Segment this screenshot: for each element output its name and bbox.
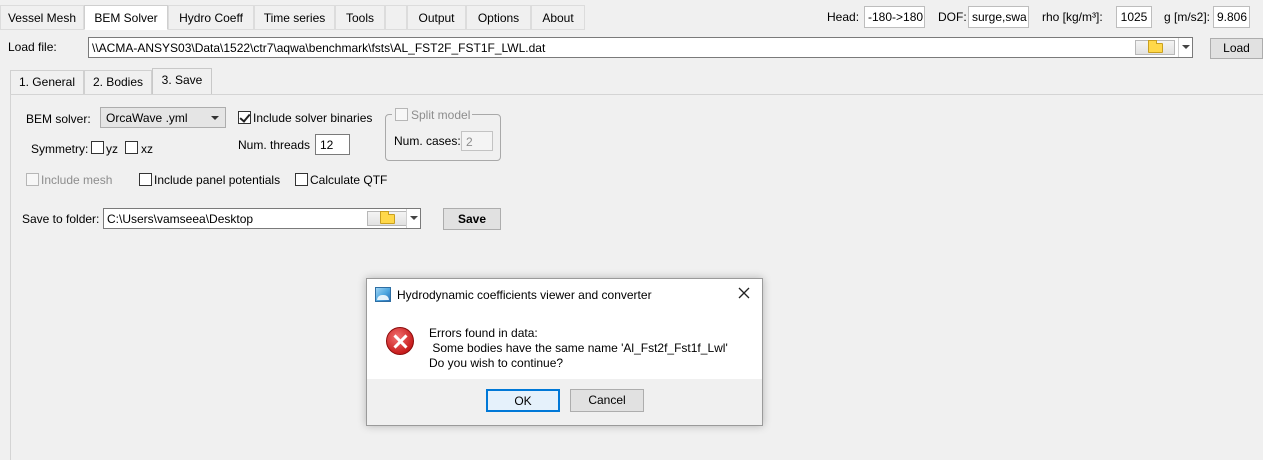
dialog-message-line1: Errors found in data: bbox=[429, 326, 538, 340]
dof-field[interactable]: surge,swa bbox=[968, 6, 1029, 28]
rho-label: rho [kg/m³]: bbox=[1042, 10, 1103, 24]
tab-output[interactable]: Output bbox=[407, 5, 466, 30]
tab-hydro-coeff[interactable]: Hydro Coeff bbox=[168, 5, 254, 30]
close-icon[interactable] bbox=[734, 283, 754, 303]
tab-general[interactable]: 1. General bbox=[10, 70, 84, 94]
browse-save-folder-button[interactable] bbox=[367, 211, 407, 226]
load-file-label: Load file: bbox=[8, 40, 57, 54]
folder-icon bbox=[380, 211, 395, 224]
tab-save[interactable]: 3. Save bbox=[152, 68, 212, 95]
g-field[interactable]: 9.806 bbox=[1213, 6, 1250, 28]
rho-field[interactable]: 1025 bbox=[1116, 6, 1152, 28]
tab-bem-solver[interactable]: BEM Solver bbox=[84, 5, 168, 30]
save-button[interactable]: Save bbox=[443, 208, 501, 230]
tab-time-series[interactable]: Time series bbox=[254, 5, 335, 30]
tab-spacer bbox=[385, 5, 407, 30]
include-panel-checkbox[interactable] bbox=[139, 173, 152, 186]
split-model-label: Split model bbox=[411, 108, 471, 122]
load-button[interactable]: Load bbox=[1210, 38, 1263, 59]
dialog-message-line3: Do you wish to continue? bbox=[429, 356, 564, 370]
browse-folder-button[interactable] bbox=[1135, 40, 1175, 55]
tab-bodies[interactable]: 2. Bodies bbox=[84, 70, 152, 94]
tab-about[interactable]: About bbox=[531, 5, 585, 30]
include-binaries-checkbox[interactable] bbox=[238, 111, 251, 124]
split-model-checkbox[interactable] bbox=[395, 108, 408, 121]
load-file-path[interactable]: \\ACMA-ANSYS03\Data\1522\ctr7\aqwa\bench… bbox=[92, 41, 545, 55]
symmetry-yz-checkbox[interactable] bbox=[91, 141, 104, 154]
error-icon bbox=[386, 327, 414, 355]
split-model-legend: Split model bbox=[392, 107, 472, 123]
num-cases-value: 2 bbox=[466, 135, 473, 149]
num-threads-value: 12 bbox=[320, 138, 334, 152]
error-dialog: Hydrodynamic coefficients viewer and con… bbox=[366, 278, 763, 426]
tab-options[interactable]: Options bbox=[466, 5, 531, 30]
dialog-body: Errors found in data: Some bodies have t… bbox=[367, 309, 762, 379]
tab-vessel-mesh[interactable]: Vessel Mesh bbox=[0, 5, 84, 30]
calculate-qtf-checkbox[interactable] bbox=[295, 173, 308, 186]
head-field[interactable]: -180->180 bbox=[864, 6, 925, 28]
dialog-message-line2: Some bodies have the same name 'Al_Fst2f… bbox=[429, 341, 728, 355]
dof-label: DOF: bbox=[938, 10, 967, 24]
load-file-combo[interactable]: \\ACMA-ANSYS03\Data\1522\ctr7\aqwa\bench… bbox=[88, 37, 1193, 58]
symmetry-xz-label: xz bbox=[141, 142, 153, 156]
symmetry-xz-checkbox[interactable] bbox=[125, 141, 138, 154]
g-label: g [m/s2]: bbox=[1164, 10, 1211, 24]
save-folder-label: Save to folder: bbox=[22, 212, 100, 226]
num-cases-label: Num. cases: bbox=[394, 134, 461, 148]
cancel-button[interactable]: Cancel bbox=[570, 389, 644, 412]
symmetry-label: Symmetry: bbox=[31, 142, 89, 156]
save-folder-combo[interactable]: C:\Users\vamseea\Desktop bbox=[103, 208, 421, 229]
bem-solver-select[interactable]: OrcaWave .yml bbox=[100, 107, 226, 128]
save-folder-path[interactable]: C:\Users\vamseea\Desktop bbox=[107, 212, 253, 226]
calculate-qtf-label: Calculate QTF bbox=[310, 173, 388, 187]
ok-button[interactable]: OK bbox=[486, 389, 560, 412]
folder-icon bbox=[1148, 40, 1163, 53]
chevron-down-icon[interactable] bbox=[1178, 38, 1192, 57]
include-binaries-label: Include solver binaries bbox=[253, 111, 373, 125]
bem-solver-value: OrcaWave .yml bbox=[106, 111, 188, 125]
num-threads-label: Num. threads bbox=[238, 138, 311, 152]
include-mesh-label: Include mesh bbox=[41, 173, 113, 187]
num-threads-input[interactable]: 12 bbox=[315, 134, 350, 155]
app-icon bbox=[375, 287, 391, 302]
bem-solver-label: BEM solver: bbox=[26, 112, 91, 126]
num-cases-input[interactable]: 2 bbox=[461, 131, 493, 151]
head-label: Head: bbox=[827, 10, 860, 24]
dialog-title: Hydrodynamic coefficients viewer and con… bbox=[397, 288, 652, 302]
symmetry-yz-label: yz bbox=[106, 142, 118, 156]
chevron-down-icon bbox=[211, 116, 219, 120]
include-mesh-checkbox[interactable] bbox=[26, 173, 39, 186]
dialog-titlebar: Hydrodynamic coefficients viewer and con… bbox=[367, 279, 762, 309]
tab-tools[interactable]: Tools bbox=[335, 5, 385, 30]
chevron-down-icon[interactable] bbox=[406, 209, 420, 228]
include-panel-label: Include panel potentials bbox=[154, 173, 281, 187]
